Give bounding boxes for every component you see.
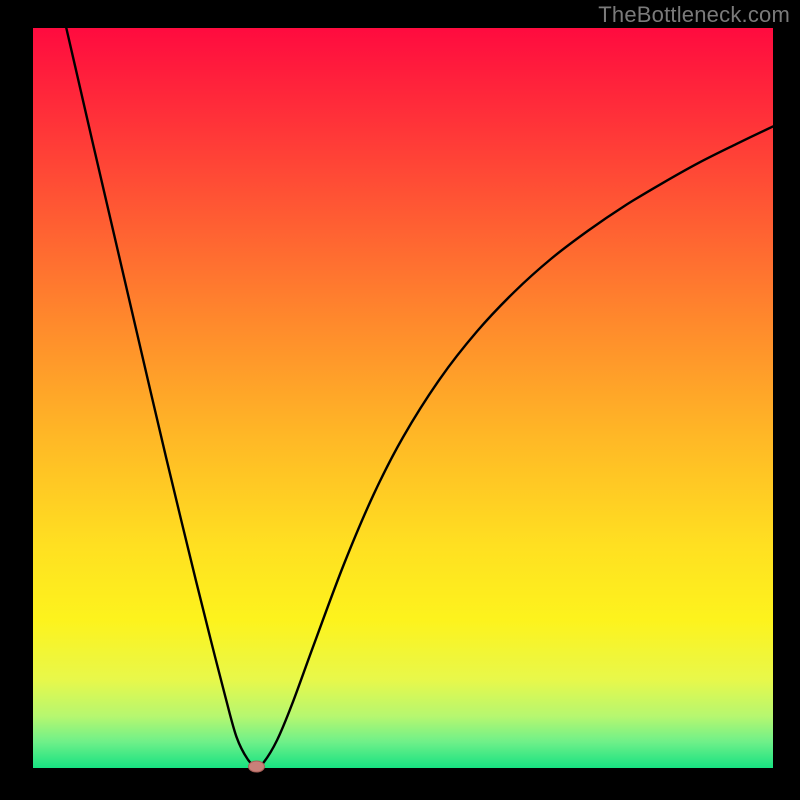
bottleneck-chart (0, 0, 800, 800)
gradient-background (33, 28, 773, 768)
chart-frame: TheBottleneck.com (0, 0, 800, 800)
min-point-marker (248, 761, 264, 772)
